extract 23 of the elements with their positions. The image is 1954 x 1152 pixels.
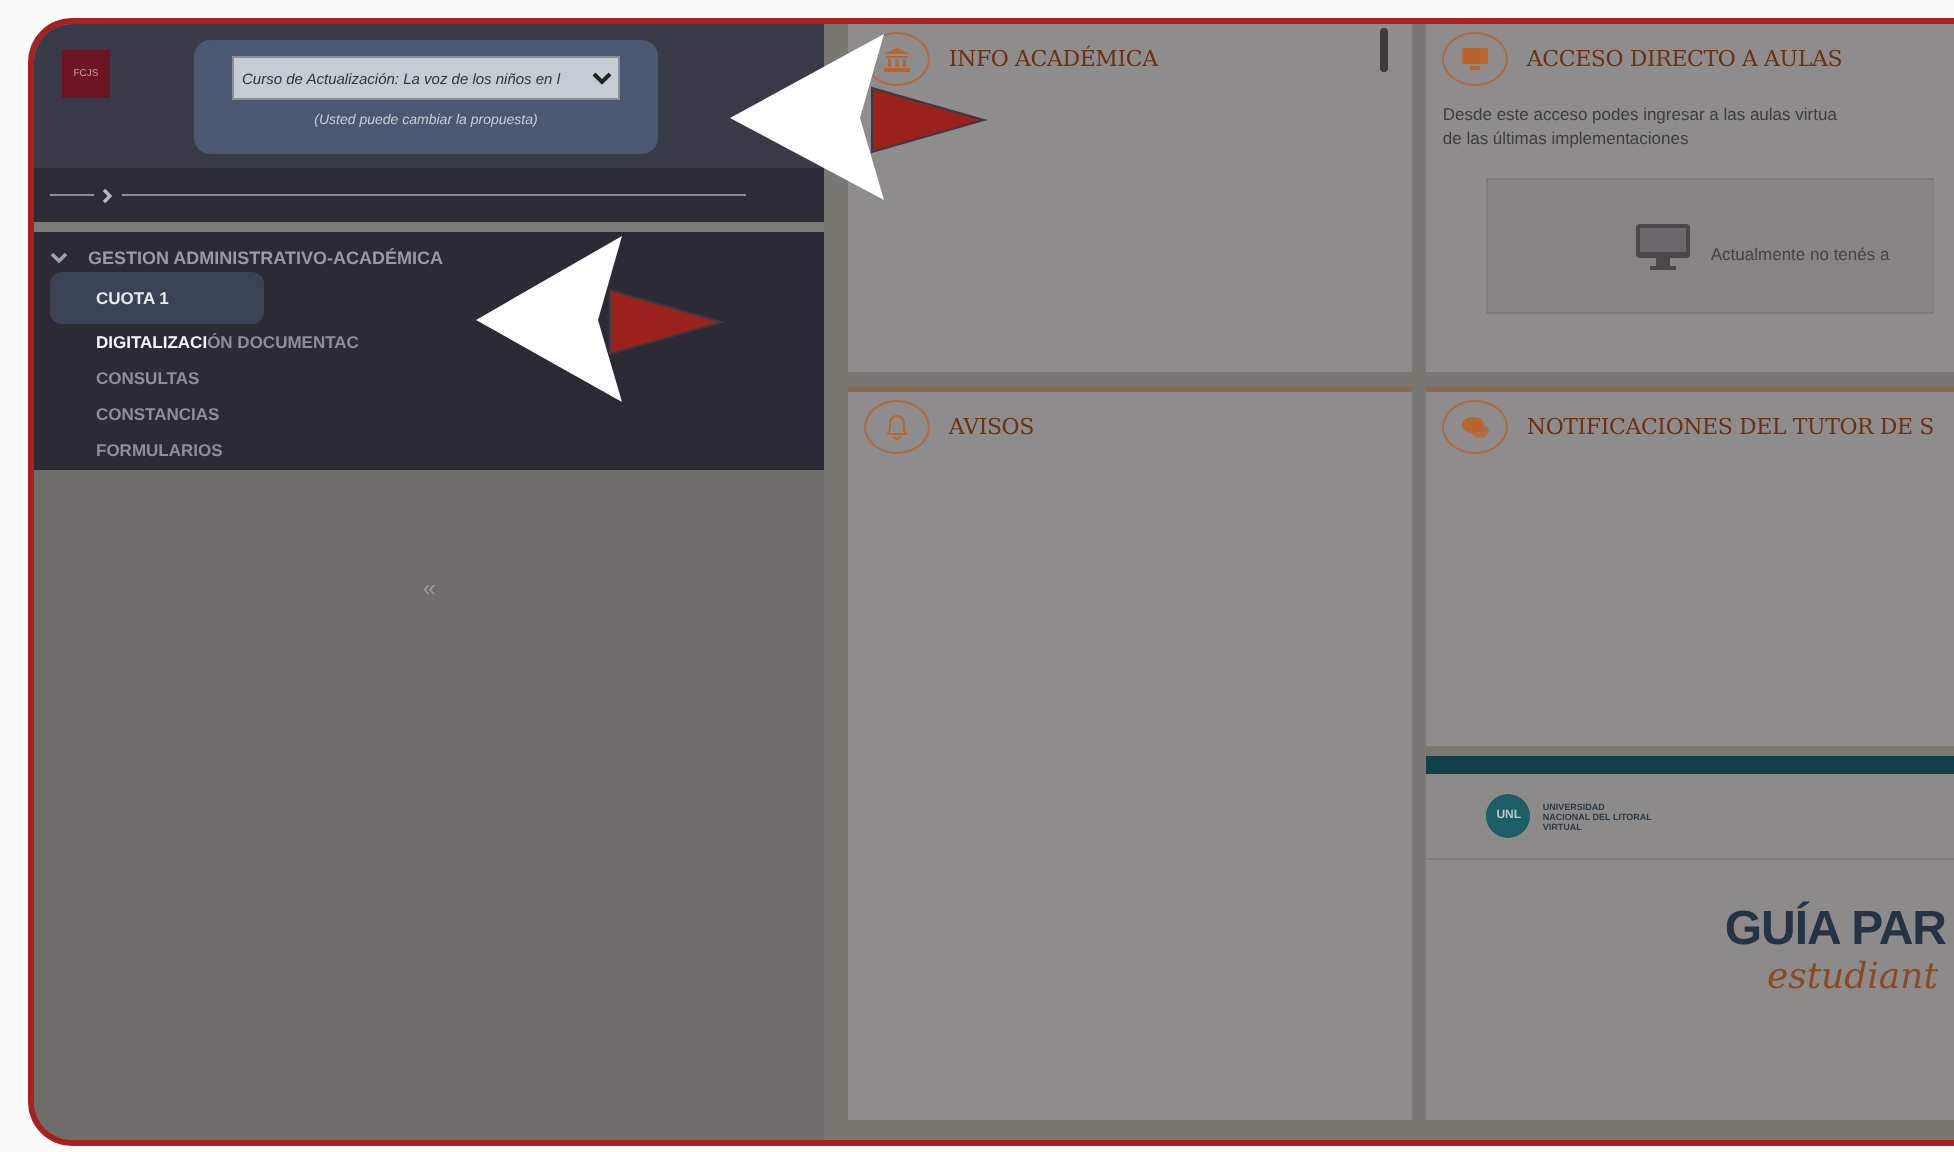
- access-description: Desde este acceso podes ingresar a las aulas virtua de las últimas implementaciones: [1442, 102, 1839, 150]
- card-title: INFO ACADÉMICA: [948, 46, 1158, 72]
- guide-heading: GUÍA PAR: [1724, 904, 1946, 956]
- monitor-icon: [1636, 223, 1691, 269]
- chevron-down-icon[interactable]: [50, 252, 68, 264]
- menu-section-title[interactable]: GESTION ADMINISTRATIVO-ACADÉMICA: [88, 248, 443, 268]
- card-title: AVISOS: [948, 414, 1034, 440]
- chat-bubbles-icon: [1461, 415, 1490, 439]
- chevron-down-icon: [592, 71, 612, 85]
- scrollbar-thumb[interactable]: [1380, 28, 1389, 72]
- guide-script-text: estudiant: [1766, 956, 1938, 1000]
- menu-item[interactable]: FORMULARIOS: [96, 432, 223, 468]
- bell-icon: [886, 414, 909, 440]
- empty-message: Actualmente no tenés a: [1710, 244, 1890, 264]
- card-title: NOTIFICACIONES DEL TUTOR DE S: [1526, 414, 1934, 440]
- card-title: ACCESO DIRECTO A AULAS: [1526, 46, 1843, 72]
- chevron-right-icon: [102, 187, 114, 203]
- menu-item[interactable]: CONSULTAS: [96, 360, 200, 396]
- bank-icon: [884, 47, 911, 71]
- menu-item[interactable]: CONSTANCIAS: [96, 396, 220, 432]
- menu-item[interactable]: CUOTA 1: [50, 272, 265, 324]
- menu-item[interactable]: DIGITALIZACIÓN DOCUMENTAC: [96, 324, 359, 360]
- monitor-icon: [1462, 48, 1489, 70]
